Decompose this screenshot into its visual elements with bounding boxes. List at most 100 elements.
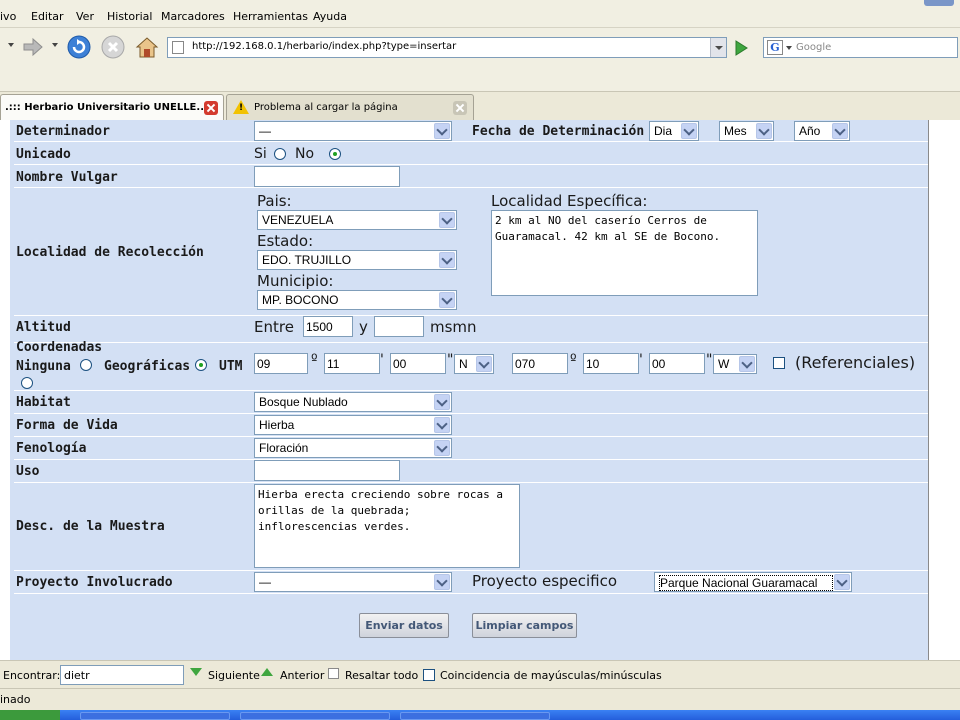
start-button[interactable] — [0, 710, 60, 720]
menu-bar: ivo Editar Ver Historial Marcadores Herr… — [0, 0, 960, 28]
lat-hemisferio-select[interactable]: N — [454, 354, 494, 374]
status-text: inado — [0, 693, 31, 706]
uso-input[interactable] — [254, 460, 400, 481]
chevron-down-icon — [434, 574, 450, 590]
close-tab-icon[interactable] — [204, 101, 218, 115]
taskbar — [0, 710, 960, 720]
find-previous-button[interactable]: Anterior — [280, 669, 324, 682]
menu-historial[interactable]: Historial — [107, 10, 152, 23]
lat-grados-input[interactable]: 09 — [254, 353, 308, 374]
highlight-all-button[interactable]: Resaltar todo — [345, 669, 418, 682]
tab-herbario-label: .::: Herbario Universitario UNELLE... — [5, 102, 208, 113]
find-previous-icon[interactable] — [261, 668, 273, 676]
chevron-down-icon — [439, 212, 455, 228]
menu-marcadores[interactable]: Marcadores — [161, 10, 225, 23]
chevron-down-icon — [739, 356, 755, 372]
habitat-select[interactable]: Bosque Nublado — [254, 392, 452, 412]
match-case-checkbox[interactable] — [423, 669, 435, 681]
chevron-down-icon — [681, 123, 697, 139]
lon-hemisferio-select[interactable]: W — [713, 354, 757, 374]
forward-dropdown-icon[interactable] — [52, 43, 58, 47]
fenologia-select[interactable]: Floración — [254, 438, 452, 458]
coord-geograficas-radio[interactable] — [195, 359, 207, 371]
chevron-down-icon — [756, 123, 772, 139]
lon-minutos-input[interactable]: 10 — [583, 353, 639, 374]
unicado-si-radio[interactable] — [274, 148, 286, 160]
reload-icon[interactable] — [66, 34, 92, 60]
taskbar-item[interactable] — [80, 712, 230, 720]
window-controls[interactable] — [924, 0, 954, 6]
find-input[interactable]: dietr — [60, 665, 184, 685]
menu-herramientas[interactable]: Herramientas — [233, 10, 308, 23]
lon-segundos-input[interactable]: 00 — [649, 353, 705, 374]
google-icon[interactable]: G — [767, 40, 783, 55]
url-dropdown-icon[interactable] — [710, 38, 726, 57]
chevron-down-icon — [434, 394, 450, 410]
warning-icon: ! — [233, 100, 249, 114]
fecha-mes-select[interactable]: Mes — [719, 121, 774, 141]
nombre-vulgar-input[interactable] — [254, 166, 400, 187]
fecha-anio-select[interactable]: Año — [794, 121, 850, 141]
forward-icon[interactable] — [20, 34, 46, 60]
menu-ayuda[interactable]: Ayuda — [313, 10, 347, 23]
lat-segundos-input[interactable]: 00 — [390, 353, 446, 374]
lon-deg-symbol: º — [570, 352, 577, 368]
chevron-down-icon — [476, 356, 492, 372]
determinador-select[interactable]: — — [254, 121, 452, 141]
unicado-no-radio[interactable] — [329, 148, 341, 160]
back-dropdown-icon[interactable] — [8, 43, 14, 47]
descripcion-textarea[interactable]: Hierba erecta creciendo sobre rocas a or… — [254, 484, 520, 568]
lat-minutos-input[interactable]: 11 — [324, 353, 380, 374]
chevron-down-icon — [439, 252, 455, 268]
limpiar-campos-button[interactable]: Limpiar campos — [472, 613, 577, 638]
find-next-icon[interactable] — [190, 668, 202, 676]
habitat-label: Habitat — [16, 395, 71, 410]
search-placeholder: Google — [796, 42, 832, 53]
tab-herbario[interactable]: .::: Herbario Universitario UNELLE... — [0, 94, 224, 120]
municipio-select[interactable]: MP. BOCONO — [257, 290, 457, 310]
stop-icon[interactable] — [100, 34, 126, 60]
search-engine-dropdown-icon[interactable] — [786, 46, 792, 50]
tab-problema[interactable]: ! Problema al cargar la página — [226, 94, 474, 120]
taskbar-item[interactable] — [240, 712, 390, 720]
coord-utm-radio[interactable] — [21, 377, 33, 389]
home-icon[interactable] — [134, 34, 160, 60]
chevron-down-icon — [439, 292, 455, 308]
vertical-scrollbar[interactable] — [928, 120, 942, 660]
proyecto-select[interactable]: — — [254, 572, 452, 592]
url-text: http://192.168.0.1/herbario/index.php?ty… — [192, 41, 457, 52]
menu-archivo[interactable]: ivo — [0, 10, 16, 23]
descripcion-label: Desc. de la Muestra — [16, 519, 165, 534]
estado-select[interactable]: EDO. TRUJILLO — [257, 250, 457, 270]
coord-ninguna-radio[interactable] — [80, 359, 92, 371]
referenciales-checkbox[interactable] — [773, 357, 785, 369]
proyecto-especifico-select[interactable]: Parque Nacional Guaramacal — [654, 572, 852, 592]
url-bar[interactable]: http://192.168.0.1/herbario/index.php?ty… — [167, 37, 727, 58]
altitud-entre-label: Entre — [254, 318, 294, 336]
localidad-especifica-textarea[interactable]: 2 km al NO del caserío Cerros de Guarama… — [491, 210, 758, 296]
fecha-dia-select[interactable]: Dia — [649, 121, 699, 141]
find-next-button[interactable]: Siguiente — [208, 669, 260, 682]
altitud-hasta-input[interactable] — [374, 316, 424, 337]
menu-ver[interactable]: Ver — [76, 10, 94, 23]
enviar-datos-button[interactable]: Enviar datos — [359, 613, 449, 638]
search-box[interactable]: G Google — [763, 37, 958, 58]
taskbar-item[interactable] — [400, 712, 550, 720]
highlight-icon[interactable] — [328, 668, 339, 679]
fenologia-label: Fenología — [16, 441, 87, 456]
estado-label: Estado: — [257, 232, 314, 250]
proyecto-label: Proyecto Involucrado — [16, 575, 173, 590]
lon-min-symbol: ' — [639, 352, 643, 368]
chevron-down-icon — [434, 123, 450, 139]
coord-utm-label: UTM — [219, 359, 243, 374]
close-tab-icon[interactable] — [453, 101, 467, 115]
menu-editar[interactable]: Editar — [31, 10, 64, 23]
forma-vida-select[interactable]: Hierba — [254, 415, 452, 435]
pais-select[interactable]: VENEZUELA — [257, 210, 457, 230]
chevron-down-icon — [434, 440, 450, 456]
status-bar: inado — [0, 688, 960, 710]
chevron-down-icon — [434, 417, 450, 433]
lon-grados-input[interactable]: 070 — [512, 353, 568, 374]
go-icon[interactable] — [731, 38, 751, 58]
altitud-desde-input[interactable]: 1500 — [303, 316, 353, 337]
